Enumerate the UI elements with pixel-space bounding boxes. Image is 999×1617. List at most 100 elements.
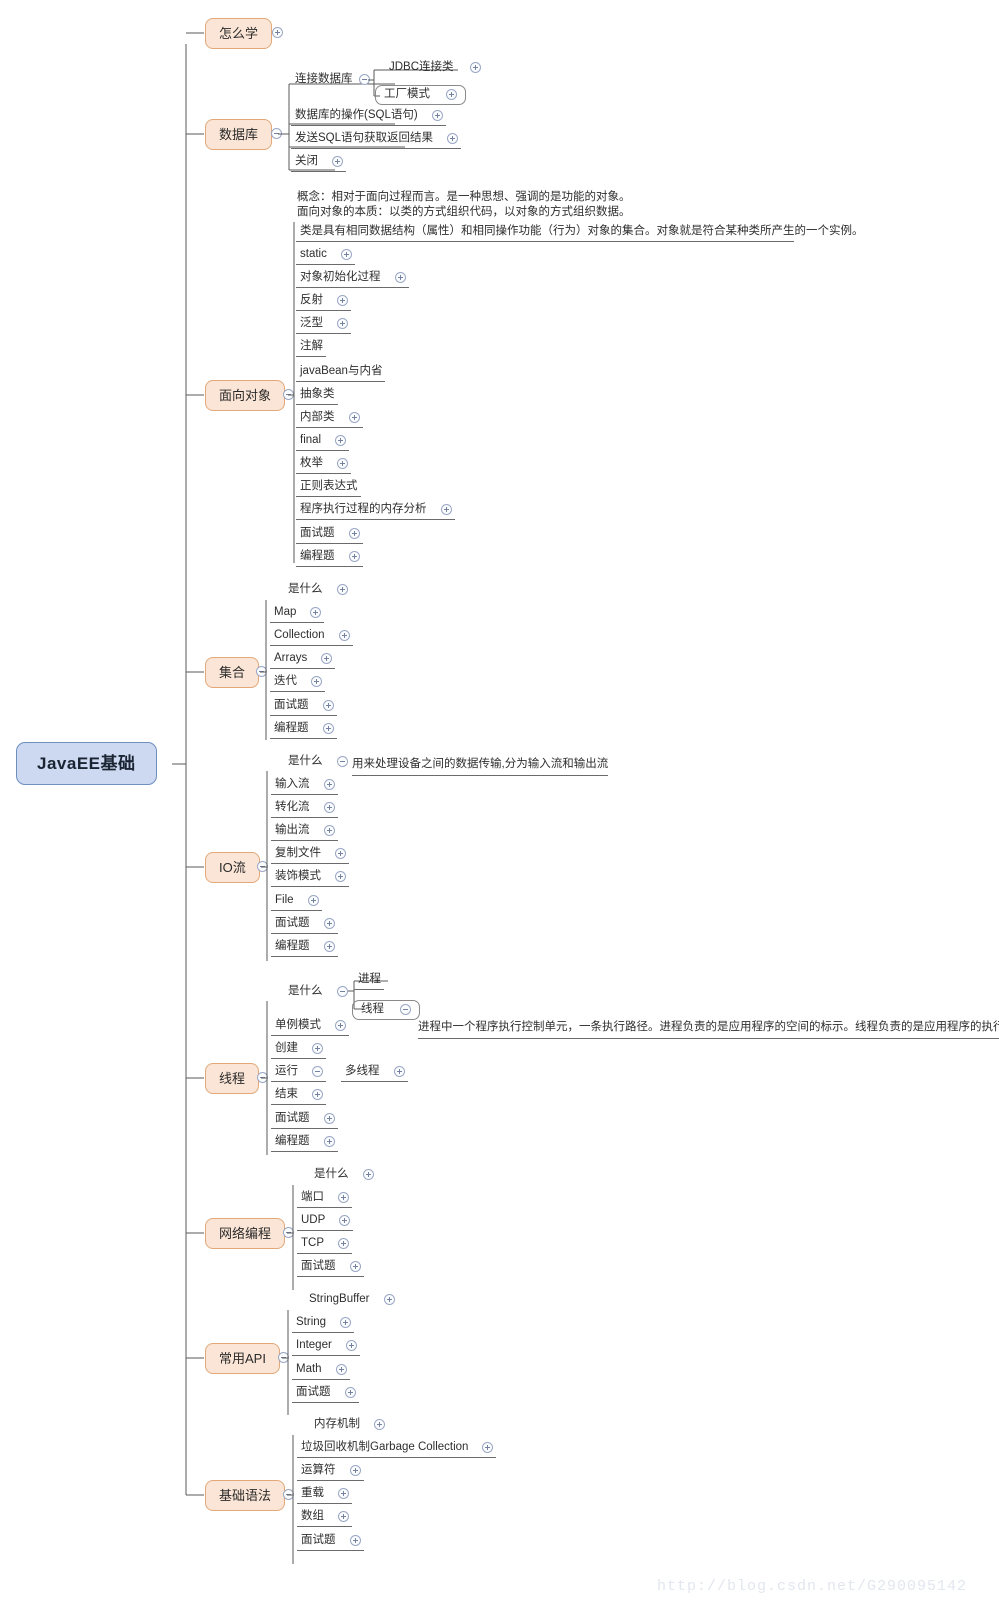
branch-node-database[interactable]: 数据库 xyxy=(205,119,273,150)
leaf-generics[interactable]: 泛型 xyxy=(296,317,351,334)
expand-toggle-icon[interactable] xyxy=(323,1136,335,1148)
leaf-api-interview[interactable]: 面试题 xyxy=(292,1386,359,1403)
collapse-toggle-icon[interactable] xyxy=(312,1066,323,1078)
leaf-javabean-introspection[interactable]: javaBean与内省 xyxy=(296,365,386,382)
leaf-thread-run[interactable]: 运行 xyxy=(271,1065,326,1082)
leaf-arrays[interactable]: Arrays xyxy=(270,652,336,669)
leaf-collections-what-is[interactable]: 是什么 xyxy=(284,583,351,599)
expand-toggle-icon[interactable] xyxy=(362,1169,374,1181)
branch-node-io-stream[interactable]: IO流 xyxy=(205,852,260,883)
expand-toggle-icon[interactable] xyxy=(345,1340,357,1352)
leaf-thread-end[interactable]: 结束 xyxy=(271,1088,326,1105)
expand-toggle-icon[interactable] xyxy=(383,1294,395,1306)
leaf-thread-interview[interactable]: 面试题 xyxy=(271,1112,338,1129)
expand-toggle-icon[interactable] xyxy=(348,528,360,540)
leaf-annotation[interactable]: 注解 xyxy=(296,340,326,357)
leaf-collections-coding[interactable]: 编程题 xyxy=(270,722,337,739)
leaf-collections-interview[interactable]: 面试题 xyxy=(270,699,337,716)
leaf-regex[interactable]: 正则表达式 xyxy=(296,480,361,497)
expand-toggle-icon[interactable] xyxy=(338,1192,349,1204)
leaf-close[interactable]: 关闭 xyxy=(291,155,346,172)
leaf-collection[interactable]: Collection xyxy=(270,629,353,646)
leaf-database-operations[interactable]: 数据库的操作(SQL语句) xyxy=(291,109,446,126)
branch-node-network-programming[interactable]: 网络编程 xyxy=(205,1218,286,1249)
leaf-network-what-is[interactable]: 是什么 xyxy=(310,1168,377,1184)
expand-toggle-icon[interactable] xyxy=(335,1020,346,1032)
expand-toggle-icon[interactable] xyxy=(337,458,348,470)
expand-toggle-icon[interactable] xyxy=(339,1215,351,1227)
leaf-coding-questions[interactable]: 编程题 xyxy=(296,550,363,567)
expand-toggle-icon[interactable] xyxy=(307,895,319,907)
leaf-thread-what-is[interactable]: 是什么 xyxy=(284,985,351,1001)
leaf-class-definition[interactable]: 类是具有相同数据结构（属性）和相同操作功能（行为）对象的集合。对象就是符合某种类… xyxy=(296,225,864,242)
leaf-stringbuffer[interactable]: StringBuffer xyxy=(305,1293,398,1309)
expand-toggle-icon[interactable] xyxy=(446,89,457,101)
expand-toggle-icon[interactable] xyxy=(338,1238,349,1250)
leaf-tcp[interactable]: TCP xyxy=(297,1237,352,1254)
leaf-math[interactable]: Math xyxy=(292,1363,350,1380)
expand-toggle-icon[interactable] xyxy=(482,1442,494,1454)
expand-toggle-icon[interactable] xyxy=(323,779,335,791)
expand-toggle-icon[interactable] xyxy=(394,272,406,284)
leaf-iteration[interactable]: 迭代 xyxy=(270,675,325,692)
leaf-map[interactable]: Map xyxy=(270,606,325,623)
leaf-output-stream[interactable]: 输出流 xyxy=(271,824,338,841)
leaf-process[interactable]: 进程 xyxy=(354,973,384,990)
leaf-conversion-stream[interactable]: 转化流 xyxy=(271,801,338,818)
leaf-multithreading[interactable]: 多线程 xyxy=(341,1065,408,1082)
expand-toggle-icon[interactable] xyxy=(312,1043,323,1055)
leaf-udp[interactable]: UDP xyxy=(297,1214,354,1231)
leaf-factory-pattern[interactable]: 工厂模式 xyxy=(375,85,466,105)
leaf-port[interactable]: 端口 xyxy=(297,1191,352,1208)
branch-node-common-api[interactable]: 常用API xyxy=(205,1343,280,1374)
branch-node-oop[interactable]: 面向对象 xyxy=(205,380,286,411)
leaf-memory-analysis[interactable]: 程序执行过程的内存分析 xyxy=(296,503,455,520)
expand-toggle-icon[interactable] xyxy=(344,1387,356,1399)
leaf-final[interactable]: final xyxy=(296,434,350,451)
leaf-overload[interactable]: 重载 xyxy=(297,1487,352,1504)
expand-toggle-icon[interactable] xyxy=(323,941,335,953)
expand-toggle-icon[interactable] xyxy=(323,1113,335,1125)
leaf-inner-class[interactable]: 内部类 xyxy=(296,411,363,428)
leaf-memory-mechanism[interactable]: 内存机制 xyxy=(310,1418,388,1434)
leaf-singleton-pattern[interactable]: 单例模式 xyxy=(271,1019,349,1036)
leaf-io-what-is[interactable]: 是什么 xyxy=(284,755,351,771)
expand-toggle-icon[interactable] xyxy=(447,133,459,145)
leaf-connect-database[interactable]: 连接数据库 xyxy=(291,73,373,89)
branch-node-thread[interactable]: 线程 xyxy=(205,1063,260,1094)
expand-toggle-icon[interactable] xyxy=(393,1066,405,1078)
leaf-string[interactable]: String xyxy=(292,1316,355,1333)
leaf-interview-questions[interactable]: 面试题 xyxy=(296,527,363,544)
expand-toggle-icon[interactable] xyxy=(310,607,322,619)
expand-toggle-icon[interactable] xyxy=(323,802,335,814)
expand-toggle-icon[interactable] xyxy=(272,27,283,38)
collapse-toggle-icon[interactable] xyxy=(336,986,348,998)
leaf-input-stream[interactable]: 输入流 xyxy=(271,778,338,795)
expand-toggle-icon[interactable] xyxy=(335,1364,347,1376)
collapse-toggle-icon[interactable] xyxy=(400,1004,411,1016)
leaf-thread-create[interactable]: 创建 xyxy=(271,1042,326,1059)
expand-toggle-icon[interactable] xyxy=(340,249,352,261)
expand-toggle-icon[interactable] xyxy=(323,918,335,930)
expand-toggle-icon[interactable] xyxy=(312,1089,323,1101)
leaf-abstract-class[interactable]: 抽象类 xyxy=(296,388,338,405)
expand-toggle-icon[interactable] xyxy=(336,584,348,596)
expand-toggle-icon[interactable] xyxy=(338,630,350,642)
expand-toggle-icon[interactable] xyxy=(335,871,346,883)
leaf-array[interactable]: 数组 xyxy=(297,1510,352,1527)
leaf-reflection[interactable]: 反射 xyxy=(296,294,351,311)
expand-toggle-icon[interactable] xyxy=(323,825,335,837)
leaf-network-interview[interactable]: 面试题 xyxy=(297,1260,364,1277)
expand-toggle-icon[interactable] xyxy=(349,1261,361,1273)
expand-toggle-icon[interactable] xyxy=(311,676,322,688)
expand-toggle-icon[interactable] xyxy=(321,653,333,665)
leaf-send-sql-get-result[interactable]: 发送SQL语句获取返回结果 xyxy=(291,132,462,149)
expand-toggle-icon[interactable] xyxy=(337,295,348,307)
expand-toggle-icon[interactable] xyxy=(335,435,347,447)
leaf-thread-definition[interactable]: 线程 xyxy=(352,1000,420,1020)
leaf-object-init-process[interactable]: 对象初始化过程 xyxy=(296,271,409,288)
expand-toggle-icon[interactable] xyxy=(440,504,452,516)
leaf-jdbc-connection-class[interactable]: JDBC连接类 xyxy=(385,61,484,77)
collapse-toggle-icon[interactable] xyxy=(336,756,348,768)
expand-toggle-icon[interactable] xyxy=(348,551,360,563)
